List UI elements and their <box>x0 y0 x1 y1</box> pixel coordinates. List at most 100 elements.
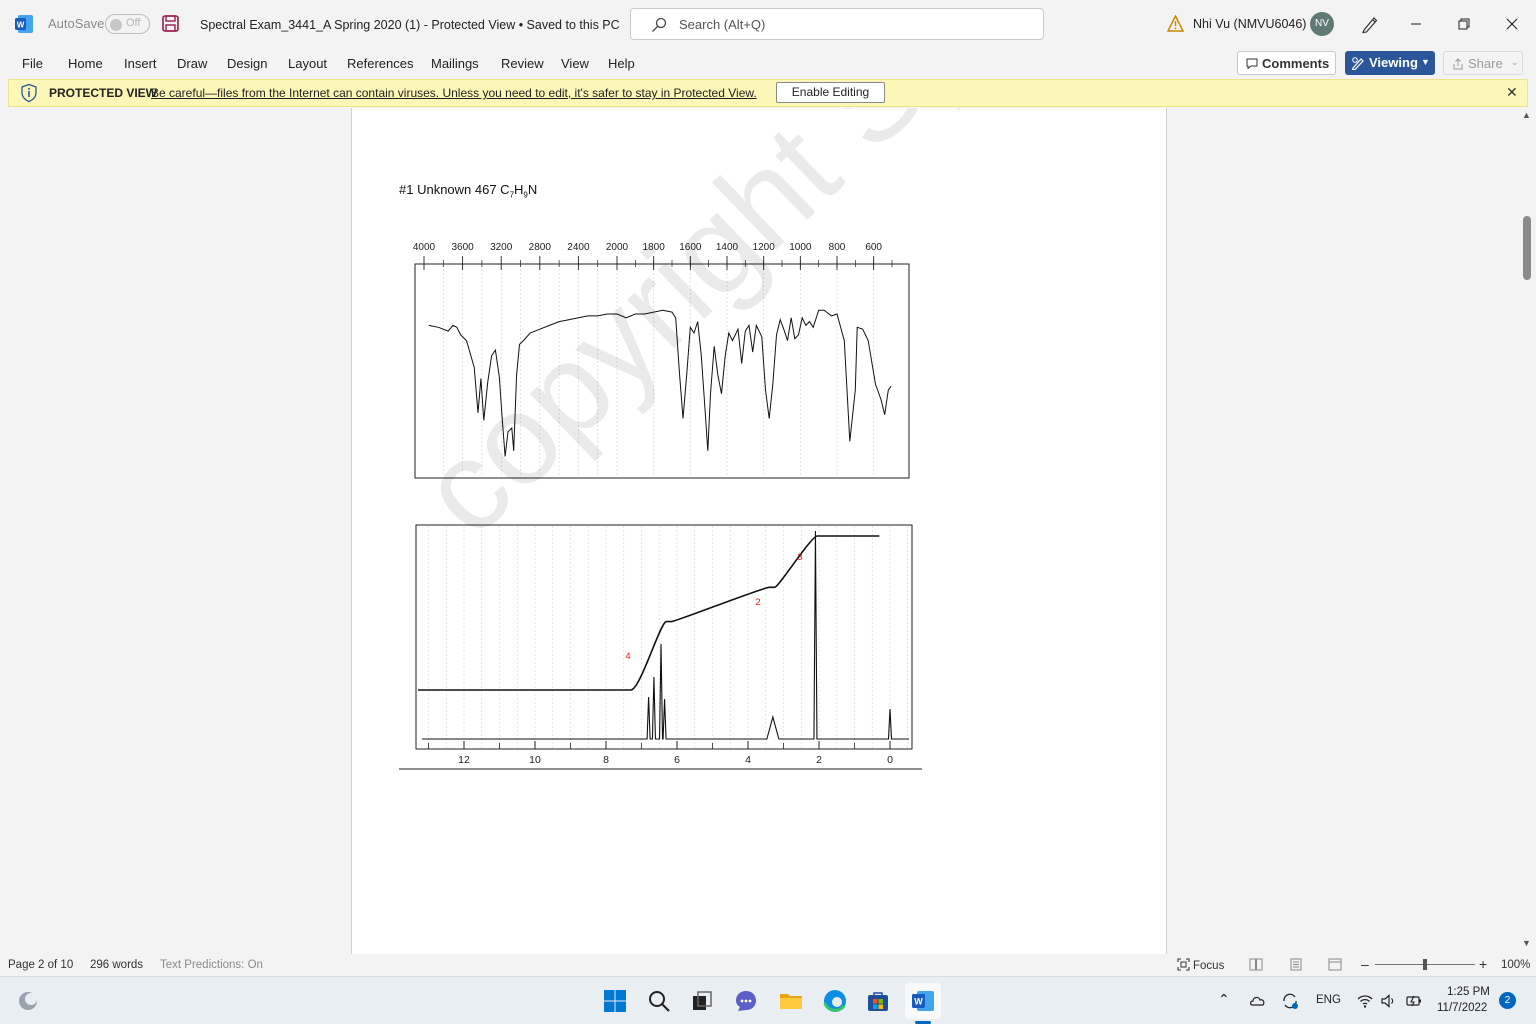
tab-file[interactable]: File <box>22 56 43 71</box>
wifi-icon[interactable] <box>1356 992 1374 1010</box>
document-canvas[interactable]: #1 Unknown 467 C7H9N 4000 3600 3200 2800 240… <box>0 108 1518 954</box>
tab-references[interactable]: References <box>347 56 413 71</box>
ir-tick-label: 600 <box>865 242 882 253</box>
autosave-toggle[interactable]: Off <box>105 14 150 34</box>
zoom-in-icon[interactable]: + <box>1479 956 1487 972</box>
protected-view-message[interactable]: Be careful—files from the Internet can c… <box>151 86 757 100</box>
user-name[interactable]: Nhi Vu (NMVU6046) <box>1193 17 1306 31</box>
chat-icon[interactable] <box>734 989 758 1013</box>
word-taskbar-icon[interactable]: W <box>911 989 935 1013</box>
document-page[interactable]: #1 Unknown 467 C7H9N 4000 3600 3200 2800 240… <box>351 108 1167 954</box>
windows-start-icon[interactable] <box>603 989 627 1013</box>
scroll-down-icon[interactable]: ▼ <box>1522 938 1531 948</box>
web-layout-icon[interactable] <box>1328 958 1342 971</box>
protected-view-title: PROTECTED VIEW <box>49 86 158 100</box>
text-predictions[interactable]: Text Predictions: On <box>160 959 263 971</box>
volume-icon[interactable] <box>1380 992 1398 1010</box>
save-icon[interactable] <box>162 15 179 32</box>
ir-tick-label: 3200 <box>490 242 513 253</box>
ir-tick-label: 2800 <box>529 242 552 253</box>
avatar[interactable]: NV <box>1310 12 1334 36</box>
share-button[interactable]: Share ⌄ <box>1443 51 1523 75</box>
print-layout-icon[interactable] <box>1289 958 1303 971</box>
tab-home[interactable]: Home <box>68 56 103 71</box>
file-explorer-icon[interactable] <box>779 989 803 1013</box>
clock-date[interactable]: 11/7/2022 <box>1437 1002 1487 1014</box>
store-icon[interactable] <box>866 989 890 1013</box>
document-title-text: Spectral Exam_3441_A Spring 2020 (1) - P… <box>200 18 620 32</box>
nmr-tick-label: 2 <box>816 754 822 766</box>
viewing-mode-button[interactable]: Viewing ▼ <box>1345 51 1435 75</box>
battery-icon[interactable] <box>1405 992 1423 1010</box>
focus-button[interactable]: Focus <box>1177 958 1224 972</box>
read-mode-icon[interactable] <box>1249 958 1263 971</box>
scroll-up-icon[interactable]: ▲ <box>1522 110 1531 120</box>
nmr-integration-label: 4 <box>625 651 630 662</box>
word-count[interactable]: 296 words <box>90 959 143 971</box>
comments-button[interactable]: Comments <box>1237 51 1336 75</box>
shield-info-icon <box>21 83 37 103</box>
chevron-up-icon[interactable]: ⌃ <box>1218 991 1230 1008</box>
nmr-integration-label: 3 <box>797 552 802 563</box>
tab-layout[interactable]: Layout <box>288 56 327 71</box>
search-box[interactable]: Search (Alt+Q) <box>630 8 1044 40</box>
vertical-scrollbar[interactable]: ▲ ▼ <box>1518 108 1536 954</box>
tab-view[interactable]: View <box>561 56 589 71</box>
tab-draw[interactable]: Draw <box>177 56 207 71</box>
pen-icon[interactable] <box>1360 14 1380 34</box>
search-icon[interactable] <box>647 989 671 1013</box>
title-bar: W AutoSave Off Spectral Exam_3441_A Spri… <box>0 0 1536 48</box>
zoom-slider-thumb[interactable] <box>1423 959 1427 970</box>
share-label: Share <box>1468 56 1503 71</box>
tab-review[interactable]: Review <box>501 56 544 71</box>
autosave-label: AutoSave <box>48 16 105 31</box>
page-count[interactable]: Page 2 of 10 <box>8 959 73 971</box>
nmr-tick-label: 4 <box>745 754 751 766</box>
tab-insert[interactable]: Insert <box>124 56 157 71</box>
nmr-tick-label: 0 <box>887 754 893 766</box>
onedrive-icon[interactable] <box>1249 992 1267 1010</box>
ir-tick-label: 4000 <box>413 242 436 253</box>
nmr-tick-label: 12 <box>458 754 470 766</box>
word-app-icon[interactable]: W <box>14 14 34 34</box>
share-icon <box>1453 58 1463 70</box>
svg-text:W: W <box>914 997 923 1007</box>
tab-design[interactable]: Design <box>227 56 267 71</box>
status-bar: Page 2 of 10 296 words Text Predictions:… <box>0 954 1536 976</box>
notification-badge[interactable]: 2 <box>1499 992 1516 1009</box>
clock-time[interactable]: 1:25 PM <box>1447 986 1490 998</box>
ir-tick-label: 800 <box>829 242 846 253</box>
input-language[interactable]: ENG <box>1316 994 1341 1006</box>
windows-taskbar: W ⌃ ENG 1:25 PM 11/7/2022 2 <box>0 976 1536 1024</box>
edge-browser-icon[interactable] <box>823 989 847 1013</box>
tab-mailings[interactable]: Mailings <box>431 56 479 71</box>
nmr-tick-label: 10 <box>529 754 541 766</box>
zoom-level[interactable]: 100% <box>1501 959 1530 971</box>
enable-editing-button[interactable]: Enable Editing <box>776 82 885 103</box>
comment-icon <box>1246 58 1258 69</box>
weather-icon[interactable] <box>16 989 40 1013</box>
nmr-integration-label: 2 <box>755 597 760 608</box>
document-title[interactable]: Spectral Exam_3441_A Spring 2020 (1) - P… <box>200 17 638 32</box>
chevron-down-icon: ▼ <box>1421 57 1430 67</box>
comments-label: Comments <box>1262 56 1330 71</box>
nmr-tick-label: 6 <box>674 754 680 766</box>
nmr-tick-label: 8 <box>603 754 609 766</box>
minimize-icon[interactable] <box>1402 10 1430 38</box>
close-icon[interactable] <box>1498 10 1526 38</box>
restore-icon[interactable] <box>1450 10 1478 38</box>
autosave-state: Off <box>126 17 141 29</box>
sync-icon[interactable] <box>1281 992 1299 1010</box>
task-view-icon[interactable] <box>690 989 714 1013</box>
tab-help[interactable]: Help <box>608 56 635 71</box>
close-icon[interactable]: ✕ <box>1506 84 1518 101</box>
warning-icon[interactable] <box>1167 15 1184 32</box>
ir-tick-label: 3600 <box>451 242 474 253</box>
toggle-knob <box>110 19 122 31</box>
svg-text:W: W <box>17 21 25 30</box>
focus-label: Focus <box>1193 960 1225 972</box>
scrollbar-thumb[interactable] <box>1523 216 1531 280</box>
zoom-out-icon[interactable]: – <box>1361 956 1369 972</box>
viewing-label: Viewing <box>1369 55 1418 70</box>
search-placeholder: Search (Alt+Q) <box>679 17 766 32</box>
